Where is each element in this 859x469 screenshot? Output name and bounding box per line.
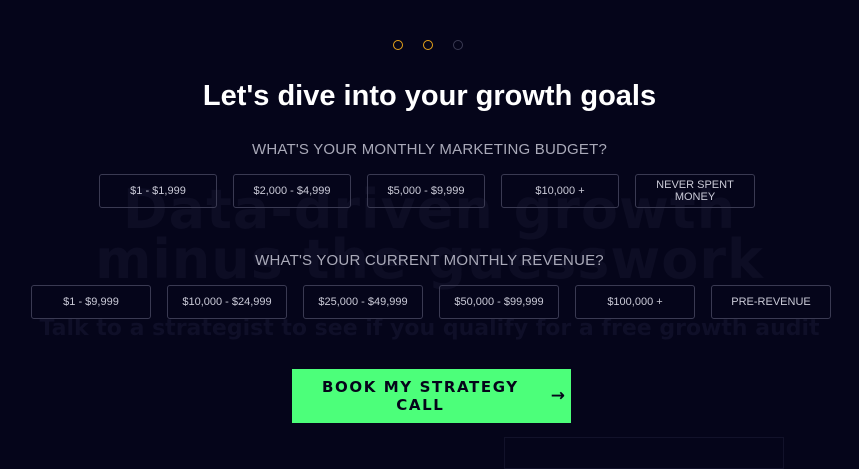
book-strategy-call-button[interactable]: BOOK MY STRATEGY CALL → <box>292 369 571 423</box>
budget-option-4[interactable]: $10,000 + <box>501 174 619 208</box>
budget-option-3[interactable]: $5,000 - $9,999 <box>367 174 485 208</box>
revenue-option-4[interactable]: $50,000 - $99,999 <box>439 285 559 319</box>
progress-dot-step-3 <box>453 40 463 50</box>
revenue-option-2[interactable]: $10,000 - $24,999 <box>167 285 287 319</box>
revenue-option-6[interactable]: PRE-REVENUE <box>711 285 831 319</box>
revenue-option-5[interactable]: $100,000 + <box>575 285 695 319</box>
background-input-outline <box>504 437 784 469</box>
revenue-options: $1 - $9,999 $10,000 - $24,999 $25,000 - … <box>31 285 831 319</box>
budget-question-label: WHAT'S YOUR MONTHLY MARKETING BUDGET? <box>251 141 608 158</box>
background-subheadline: Talk to a strategist to see if you quali… <box>39 316 820 341</box>
progress-dots <box>393 40 463 50</box>
revenue-question-label: WHAT'S YOUR CURRENT MONTHLY REVENUE? <box>255 252 604 269</box>
revenue-option-3[interactable]: $25,000 - $49,999 <box>303 285 423 319</box>
book-strategy-call-label: BOOK MY STRATEGY CALL <box>322 378 519 414</box>
progress-dot-step-2 <box>423 40 433 50</box>
budget-options: $1 - $1,999 $2,000 - $4,999 $5,000 - $9,… <box>99 174 755 208</box>
budget-option-2[interactable]: $2,000 - $4,999 <box>233 174 351 208</box>
revenue-option-1[interactable]: $1 - $9,999 <box>31 285 151 319</box>
budget-option-5[interactable]: NEVER SPENT MONEY <box>635 174 755 208</box>
arrow-right-icon: → <box>550 386 565 406</box>
progress-dot-step-1 <box>393 40 403 50</box>
page-title: Let's dive into your growth goals <box>202 80 657 112</box>
budget-option-1[interactable]: $1 - $1,999 <box>99 174 217 208</box>
